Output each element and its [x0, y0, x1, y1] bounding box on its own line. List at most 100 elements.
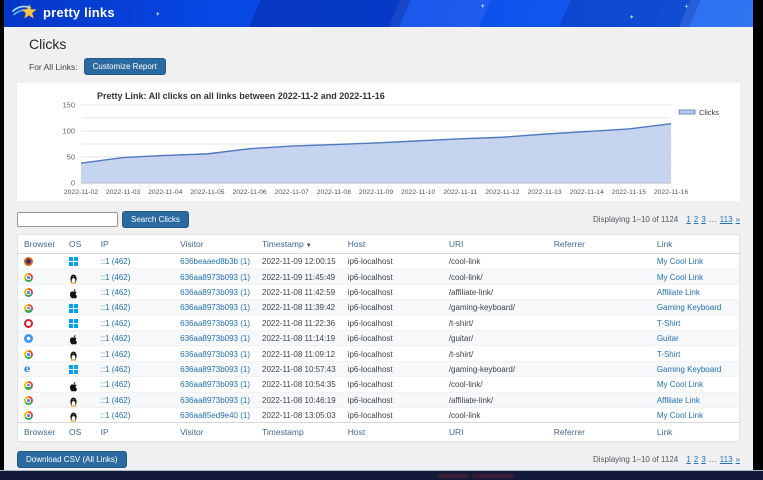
search-input[interactable] — [17, 212, 118, 227]
column-header-uri[interactable]: URI — [443, 423, 548, 442]
table-footer-header: BrowserOSIPVisitorTimestampHostURIReferr… — [18, 423, 740, 442]
pretty-link-cell: My Cool Link — [651, 254, 740, 269]
visitor-link[interactable]: 636aa8973b093 (1) — [180, 319, 250, 328]
page-link-1[interactable]: 1 — [686, 215, 690, 224]
page-link-3[interactable]: 3 — [701, 215, 705, 224]
ip-link[interactable]: ::1 (462) — [101, 411, 131, 420]
ip-link[interactable]: ::1 (462) — [101, 303, 131, 312]
column-header-browser[interactable]: Browser — [18, 423, 63, 442]
column-header-visitor[interactable]: Visitor — [174, 423, 256, 442]
page-link-last[interactable]: 113 — [720, 455, 733, 464]
next-page-link[interactable]: » — [736, 215, 740, 224]
y-tick-label: 150 — [62, 101, 75, 110]
referrer-cell — [548, 392, 651, 407]
column-header-ip[interactable]: IP — [95, 235, 175, 254]
visitor-cell: 636aa8973b093 (1) — [174, 346, 256, 361]
page-link-2[interactable]: 2 — [694, 455, 698, 464]
next-page-link[interactable]: » — [736, 455, 740, 464]
host-cell: ip6-localhost — [342, 284, 443, 299]
page-link-3[interactable]: 3 — [701, 455, 705, 464]
pretty-link-link[interactable]: My Cool Link — [657, 380, 703, 389]
referrer-cell — [548, 361, 651, 376]
customize-report-button[interactable]: Customize Report — [84, 58, 166, 75]
referrer-cell — [548, 269, 651, 284]
pretty-links-banner: + + + + pretty links — [4, 0, 753, 27]
pretty-link-link[interactable]: T-Shirt — [657, 319, 681, 328]
column-header-os[interactable]: OS — [63, 423, 95, 442]
visitor-link[interactable]: 636aa8973b093 (1) — [180, 273, 250, 282]
visitor-cell: 636aa8973b093 (1) — [174, 269, 256, 284]
pretty-link-link[interactable]: T-Shirt — [657, 350, 681, 359]
browser-cell — [18, 284, 63, 299]
visitor-cell: 636aa8973b093 (1) — [174, 300, 256, 315]
ip-link[interactable]: ::1 (462) — [101, 288, 131, 297]
pretty-link-cell: T-Shirt — [651, 346, 740, 361]
visitor-link[interactable]: 636aa8973b093 (1) — [180, 288, 250, 297]
ip-cell: ::1 (462) — [95, 361, 175, 376]
ip-link[interactable]: ::1 (462) — [101, 350, 131, 359]
column-header-browser[interactable]: Browser — [18, 235, 63, 254]
ip-cell: ::1 (462) — [95, 407, 175, 422]
column-header-host[interactable]: Host — [342, 423, 443, 442]
column-header-referrer[interactable]: Referrer — [548, 423, 651, 442]
visitor-cell: 636beaaed8b3b (1) — [174, 254, 256, 269]
sparkle-icon: + — [481, 4, 485, 10]
ip-link[interactable]: ::1 (462) — [101, 380, 131, 389]
visitor-link[interactable]: 636aa8973b093 (1) — [180, 350, 250, 359]
pretty-link-link[interactable]: Guitar — [657, 334, 679, 343]
table-row: ::1 (462)636aa8973b093 (1)2022-11-08 11:… — [18, 346, 740, 361]
pretty-links-logo: pretty links — [12, 3, 115, 22]
page-link-2[interactable]: 2 — [694, 215, 698, 224]
visitor-link[interactable]: 636aa8973b093 (1) — [180, 380, 250, 389]
download-csv-button[interactable]: Download CSV (All Links) — [17, 451, 127, 468]
pretty-link-link[interactable]: Gaming Keyboard — [657, 365, 721, 374]
x-tick-label: 2022-11-13 — [527, 189, 561, 196]
column-header-os[interactable]: OS — [63, 235, 95, 254]
visitor-cell: 636aa8973b093 (1) — [174, 377, 256, 392]
column-header-host[interactable]: Host — [342, 235, 443, 254]
ip-link[interactable]: ::1 (462) — [101, 273, 131, 282]
chrome-browser-icon — [24, 350, 33, 359]
column-header-ip[interactable]: IP — [95, 423, 175, 442]
table-row: ::1 (462)636aa8973b093 (1)2022-11-09 11:… — [18, 269, 740, 284]
ip-link[interactable]: ::1 (462) — [101, 257, 131, 266]
uri-cell: /gaming-keyboard/ — [443, 361, 548, 376]
timestamp-cell: 2022-11-08 10:46:19 — [256, 392, 342, 407]
x-tick-label: 2022-11-15 — [612, 189, 646, 196]
column-header-visitor[interactable]: Visitor — [174, 235, 256, 254]
pretty-link-link[interactable]: Affiliate Link — [657, 396, 700, 405]
visitor-link[interactable]: 636aa8973b093 (1) — [180, 334, 250, 343]
pretty-link-link[interactable]: My Cool Link — [657, 273, 703, 282]
referrer-cell — [548, 377, 651, 392]
column-header-timestamp[interactable]: Timestamp▼ — [256, 235, 342, 254]
visitor-link[interactable]: 636beaaed8b3b (1) — [180, 257, 250, 266]
visitor-link[interactable]: 636aa8973b093 (1) — [180, 303, 250, 312]
visitor-link[interactable]: 636aa8973b093 (1) — [180, 396, 250, 405]
ip-cell: ::1 (462) — [95, 300, 175, 315]
column-header-link[interactable]: Link — [651, 235, 740, 254]
column-header-link[interactable]: Link — [651, 423, 740, 442]
timestamp-cell: 2022-11-08 13:05:03 — [256, 407, 342, 422]
uri-cell: /affiliate-link/ — [443, 392, 548, 407]
pretty-link-link[interactable]: Affiliate Link — [657, 288, 700, 297]
ip-link[interactable]: ::1 (462) — [101, 319, 131, 328]
visitor-link[interactable]: 636aa8973b093 (1) — [180, 365, 250, 374]
browser-cell — [18, 407, 63, 422]
column-header-uri[interactable]: URI — [443, 235, 548, 254]
pretty-link-link[interactable]: Gaming Keyboard — [657, 303, 721, 312]
desktop: { "app": { "name": "pretty links" }, "pa… — [0, 0, 763, 480]
pretty-link-link[interactable]: My Cool Link — [657, 257, 703, 266]
search-clicks-button[interactable]: Search Clicks — [122, 211, 189, 228]
pretty-link-link[interactable]: My Cool Link — [657, 411, 703, 420]
column-header-timestamp[interactable]: Timestamp — [256, 423, 342, 442]
chrome-browser-icon — [24, 273, 33, 282]
ip-link[interactable]: ::1 (462) — [101, 396, 131, 405]
browser-cell: e — [18, 361, 63, 376]
ip-link[interactable]: ::1 (462) — [101, 334, 131, 343]
visitor-link[interactable]: 636aa85ed9e40 (1) — [180, 411, 250, 420]
ip-cell: ::1 (462) — [95, 392, 175, 407]
ip-link[interactable]: ::1 (462) — [101, 365, 131, 374]
column-header-referrer[interactable]: Referrer — [548, 235, 651, 254]
page-link-1[interactable]: 1 — [686, 455, 690, 464]
page-link-last[interactable]: 113 — [720, 215, 733, 224]
